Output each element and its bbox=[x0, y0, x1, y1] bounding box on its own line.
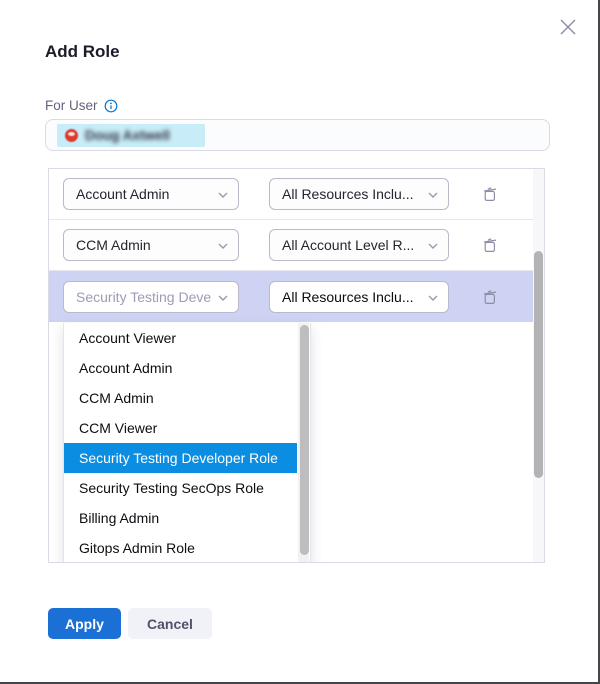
resource-group-select-1-value: All Account Level R... bbox=[282, 237, 414, 253]
role-select-1-value: CCM Admin bbox=[76, 237, 151, 253]
chevron-down-icon bbox=[428, 295, 438, 301]
chevron-down-icon bbox=[428, 243, 438, 249]
role-select-0[interactable]: Account Admin bbox=[63, 178, 239, 210]
role-dropdown-menu: Account Viewer Account Admin CCM Admin C… bbox=[63, 323, 311, 563]
for-user-text: For User bbox=[45, 98, 98, 113]
role-row-1: CCM Admin All Account Level R... bbox=[49, 220, 535, 271]
dropdown-option[interactable]: CCM Viewer bbox=[64, 413, 297, 443]
delete-row-icon[interactable] bbox=[481, 288, 499, 306]
resource-group-select-0[interactable]: All Resources Inclu... bbox=[269, 178, 449, 210]
chevron-down-icon bbox=[428, 192, 438, 198]
dropdown-option[interactable]: Account Viewer bbox=[64, 323, 297, 353]
delete-row-icon[interactable] bbox=[481, 185, 499, 203]
role-select-2[interactable]: Security Testing Deve bbox=[63, 281, 239, 313]
role-row-2-selected: Security Testing Deve All Resources Incl… bbox=[49, 271, 535, 322]
info-icon[interactable] bbox=[104, 99, 118, 113]
dropdown-option-highlighted[interactable]: Security Testing Developer Role bbox=[64, 443, 297, 473]
for-user-label: For User bbox=[45, 98, 118, 113]
chevron-down-icon bbox=[218, 295, 228, 301]
delete-row-icon[interactable] bbox=[481, 236, 499, 254]
dropdown-option[interactable]: Security Testing SecOps Role bbox=[64, 473, 297, 503]
dropdown-option[interactable]: Gitops Admin Role bbox=[64, 533, 297, 563]
cancel-button[interactable]: Cancel bbox=[128, 608, 212, 639]
add-role-modal: Add Role For User Doug Axtwell Account A… bbox=[0, 0, 598, 682]
user-chip[interactable]: Doug Axtwell bbox=[57, 124, 205, 147]
dropdown-option[interactable]: Billing Admin bbox=[64, 503, 297, 533]
close-icon[interactable] bbox=[558, 17, 578, 37]
user-field[interactable]: Doug Axtwell bbox=[45, 119, 550, 151]
resource-group-select-2[interactable]: All Resources Inclu... bbox=[269, 281, 449, 313]
resource-group-select-1[interactable]: All Account Level R... bbox=[269, 229, 449, 261]
user-name: Doug Axtwell bbox=[85, 128, 170, 143]
resource-group-select-0-value: All Resources Inclu... bbox=[282, 186, 414, 202]
page-title: Add Role bbox=[45, 42, 120, 62]
user-avatar bbox=[65, 129, 78, 142]
chevron-down-icon bbox=[218, 192, 228, 198]
dropdown-option[interactable]: CCM Admin bbox=[64, 383, 297, 413]
apply-button[interactable]: Apply bbox=[48, 608, 121, 639]
dropdown-option[interactable]: Account Admin bbox=[64, 353, 297, 383]
resource-group-select-2-value: All Resources Inclu... bbox=[282, 289, 414, 305]
role-assignments-panel: Account Admin All Resources Inclu... bbox=[48, 168, 545, 563]
dropdown-scrollbar-thumb[interactable] bbox=[300, 325, 309, 555]
panel-scrollbar-thumb[interactable] bbox=[534, 251, 543, 478]
role-select-1[interactable]: CCM Admin bbox=[63, 229, 239, 261]
role-select-2-value: Security Testing Deve bbox=[76, 289, 211, 305]
chevron-down-icon bbox=[218, 243, 228, 249]
role-select-0-value: Account Admin bbox=[76, 186, 169, 202]
role-row-0: Account Admin All Resources Inclu... bbox=[49, 169, 535, 220]
